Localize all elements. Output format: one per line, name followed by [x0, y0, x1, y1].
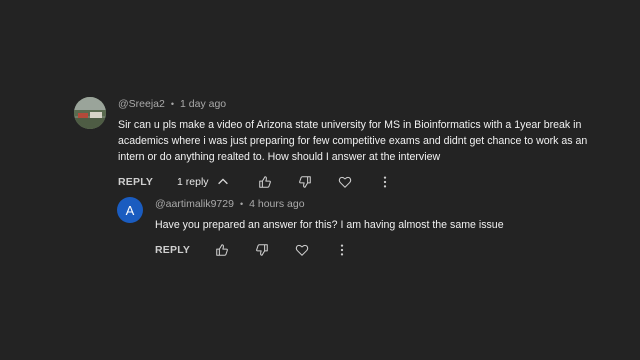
avatar[interactable]: [74, 97, 106, 129]
heart-icon[interactable]: [294, 242, 310, 258]
reply-button[interactable]: REPLY: [155, 244, 190, 256]
avatar[interactable]: A: [117, 197, 143, 223]
author-handle[interactable]: @Sreeja2: [118, 98, 165, 110]
reply-text: Have you prepared an answer for this? I …: [155, 219, 504, 231]
reply-time[interactable]: 4 hours ago: [249, 198, 304, 210]
comment-time[interactable]: 1 day ago: [180, 98, 226, 110]
author-handle[interactable]: @aartimalik9729: [155, 198, 234, 210]
chevron-up-icon: [215, 174, 231, 190]
thumbs-down-icon[interactable]: [297, 174, 313, 190]
replies-toggle[interactable]: 1 reply: [177, 174, 231, 190]
more-vert-icon[interactable]: [334, 242, 350, 258]
meta-separator: •: [170, 99, 175, 109]
comment-text: Sir can u pls make a video of Arizona st…: [118, 119, 588, 163]
thumbs-down-icon[interactable]: [254, 242, 270, 258]
thumbs-up-icon[interactable]: [257, 174, 273, 190]
reply-button[interactable]: REPLY: [118, 176, 153, 188]
reply-actions: REPLY: [155, 241, 595, 259]
avatar-photo: [74, 97, 106, 129]
thumbs-up-icon[interactable]: [214, 242, 230, 258]
avatar-letter: A: [125, 202, 135, 218]
replies-count: 1 reply: [177, 176, 209, 188]
reply-body: @aartimalik9729 • 4 hours ago Have you p…: [155, 197, 595, 259]
comment-body: @Sreeja2 • 1 day ago Sir can u pls make …: [118, 97, 588, 191]
comment-actions: REPLY 1 reply: [118, 173, 588, 191]
meta-separator: •: [239, 199, 244, 209]
comment-thread: @Sreeja2 • 1 day ago Sir can u pls make …: [0, 0, 640, 360]
comment-meta: @Sreeja2 • 1 day ago: [118, 97, 588, 111]
heart-icon[interactable]: [337, 174, 353, 190]
reply-meta: @aartimalik9729 • 4 hours ago: [155, 197, 595, 211]
more-vert-icon[interactable]: [377, 174, 393, 190]
